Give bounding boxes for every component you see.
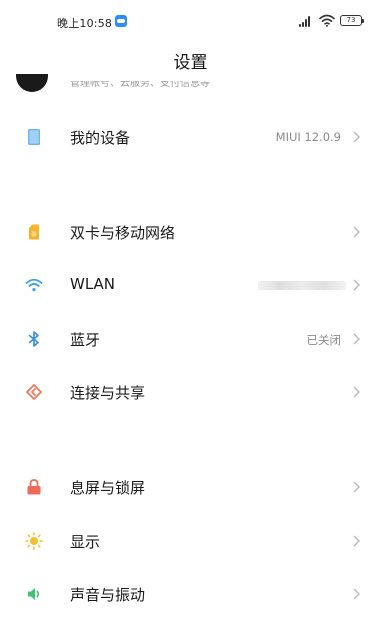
status-bar: 晚上10:58 73 bbox=[0, 0, 381, 40]
settings-item-display[interactable]: 显示 bbox=[0, 518, 381, 564]
lock-icon bbox=[27, 479, 41, 495]
page-title: 设置 bbox=[173, 53, 208, 73]
settings-item-label: WLAN bbox=[70, 275, 116, 293]
settings-item-sound[interactable]: 声音与振动 bbox=[0, 571, 381, 617]
settings-item-lock-screen[interactable]: 息屏与锁屏 bbox=[0, 464, 381, 510]
wlan-network-name-redacted bbox=[258, 281, 346, 290]
share-icon bbox=[26, 384, 42, 400]
chevron-right-icon bbox=[353, 226, 360, 238]
chevron-right-icon bbox=[353, 279, 360, 291]
settings-item-label: 蓝牙 bbox=[70, 331, 101, 349]
settings-item-wlan[interactable]: WLAN bbox=[0, 262, 381, 308]
chevron-right-icon bbox=[353, 481, 360, 493]
bluetooth-icon bbox=[28, 331, 39, 347]
sim-card-icon bbox=[29, 224, 39, 240]
device-icon bbox=[28, 129, 40, 145]
cloud-notification-icon bbox=[115, 15, 127, 27]
status-time: 晚上10:58 bbox=[57, 17, 113, 30]
settings-item-bluetooth[interactable]: 蓝牙 已关闭 bbox=[0, 316, 381, 362]
chevron-right-icon bbox=[353, 386, 360, 398]
settings-item-label: 双卡与移动网络 bbox=[70, 224, 176, 242]
settings-item-label: 显示 bbox=[70, 533, 101, 551]
settings-item-label: 声音与振动 bbox=[70, 586, 146, 604]
signal-strength-icon bbox=[299, 15, 313, 27]
sun-icon bbox=[25, 532, 43, 550]
settings-item-my-device[interactable]: 我的设备 MIUI 12.0.9 bbox=[0, 114, 381, 160]
settings-item-connection-sharing[interactable]: 连接与共享 bbox=[0, 369, 381, 415]
speaker-icon bbox=[28, 588, 40, 600]
chevron-right-icon bbox=[353, 535, 360, 547]
wifi-status-icon bbox=[319, 14, 335, 27]
chevron-right-icon bbox=[353, 333, 360, 345]
settings-item-label: 息屏与锁屏 bbox=[70, 479, 146, 497]
avatar bbox=[16, 74, 48, 92]
settings-screen: 晚上10:58 73 设置 管理帐号、云服务、支付信息等 我的设备 MIUI 1… bbox=[0, 0, 381, 619]
settings-item-dual-sim[interactable]: 双卡与移动网络 bbox=[0, 209, 381, 255]
chevron-right-icon bbox=[353, 131, 360, 143]
wifi-icon bbox=[25, 278, 43, 292]
settings-item-value: 已关闭 bbox=[306, 333, 342, 347]
battery-icon: 73 bbox=[340, 15, 364, 26]
settings-item-value: MIUI 12.0.9 bbox=[275, 130, 341, 144]
account-subtitle: 管理帐号、云服务、支付信息等 bbox=[70, 81, 210, 89]
settings-item-label: 我的设备 bbox=[70, 129, 131, 147]
settings-item-label: 连接与共享 bbox=[70, 384, 146, 402]
chevron-right-icon bbox=[353, 588, 360, 600]
